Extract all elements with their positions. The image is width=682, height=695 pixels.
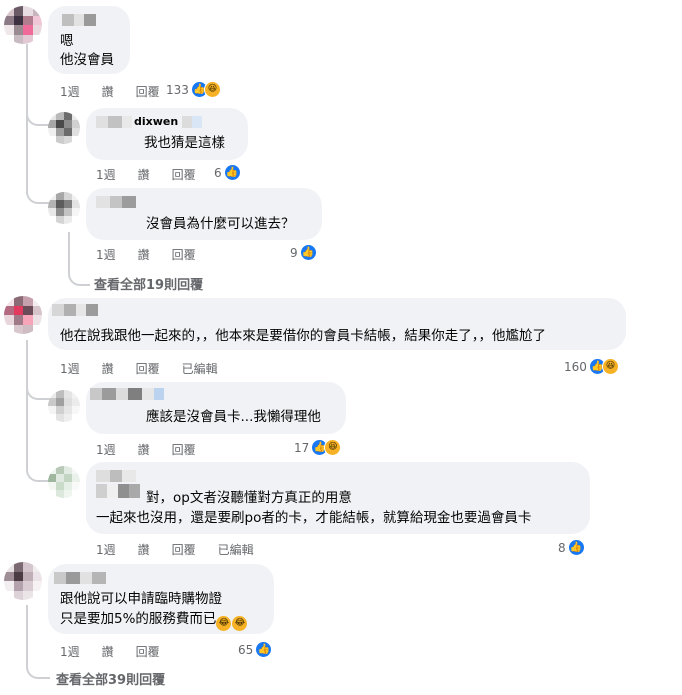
like-action[interactable]: 讚 [138,246,150,263]
timestamp[interactable]: 1週 [60,360,80,377]
rolling-laughing-emoji: 😂 [216,616,232,631]
like-action[interactable]: 讚 [138,441,150,458]
reply-action[interactable]: 回覆 [136,83,160,100]
thread-elbow [26,655,50,679]
reaction-summary[interactable]: 9 👍 [290,244,317,261]
reaction-count: 133 [166,82,189,97]
thumbs-up-icon: 👍 [255,641,273,658]
edited-label: 已編輯 [181,362,218,376]
like-action[interactable]: 讚 [138,166,150,183]
comment-actions: 1週 讚 回覆 已編輯 [60,360,240,377]
reply-text-line: 對，op文者沒聽懂對方真正的用意 [146,490,352,506]
reply-actions: 1週 讚 回覆 已編輯 [96,541,276,558]
reaction-count: 17 [294,440,310,455]
avatar[interactable] [4,296,42,334]
reaction-count: 65 [238,642,254,657]
thread-elbow [26,110,50,126]
blurred-name[interactable] [90,388,164,400]
comment-actions: 1週 讚 回覆 [60,643,182,660]
timestamp[interactable]: 1週 [96,541,116,558]
laughing-face-icon: 😆 [203,81,221,98]
reply-text-line: 應該是沒會員卡...我懶得理他 [146,409,321,425]
reaction-count: 8 [558,540,566,555]
timestamp[interactable]: 1週 [96,246,116,263]
avatar[interactable] [4,6,42,44]
blurred-name[interactable] [62,14,96,26]
timestamp[interactable]: 1週 [96,166,116,183]
reply-action[interactable]: 回覆 [172,541,196,558]
like-action[interactable]: 讚 [102,643,114,660]
comment-text-line: 他沒會員 [60,52,114,68]
timestamp[interactable]: 1週 [96,441,116,458]
comment-text-line: 他在說我跟他一起來的，，他本來是要借你的會員卡結帳，結果你走了，，他尷尬了 [60,328,546,344]
blurred-name[interactable] [96,470,136,482]
view-all-replies-link[interactable]: 查看全部39則回覆 [56,669,165,688]
blurred-name[interactable]: dixwen [96,116,203,128]
thread-elbow [26,458,50,482]
blurred-name[interactable] [96,196,136,208]
reaction-summary[interactable]: 8 👍 [558,539,585,556]
edited-label: 已編輯 [217,543,254,557]
reply-actions: 1週 讚 回覆 [96,166,218,183]
laughing-face-icon: 😆 [324,439,342,456]
timestamp[interactable]: 1週 [60,643,80,660]
reply-text-line: 我也猜是這樣 [144,135,225,151]
avatar[interactable] [4,562,42,600]
like-action[interactable]: 讚 [102,83,114,100]
reaction-summary[interactable]: 160 👍 😆 [564,358,619,375]
thread-elbow [26,180,50,204]
comment-text-line: 嗯 [60,33,74,49]
reaction-summary[interactable]: 65 👍 [238,641,273,658]
timestamp[interactable]: 1週 [60,83,80,100]
comment-text-line: 只是要加5%的服務費而已 😂 😂 [60,610,248,631]
thread-elbow [68,260,90,286]
laughing-face-icon: 😆 [601,358,619,375]
avatar[interactable] [48,112,80,144]
comment-text-line: 跟他說可以申請臨時購物證 [60,591,222,607]
reaction-count: 160 [564,359,587,374]
rolling-laughing-emoji: 😂 [232,616,248,631]
thumbs-up-icon: 👍 [223,164,241,181]
thumbs-up-icon: 👍 [567,539,585,556]
reaction-count: 6 [214,165,222,180]
like-action[interactable]: 讚 [102,360,114,377]
blurred-name[interactable] [54,572,106,584]
avatar[interactable] [48,390,80,422]
avatar[interactable] [48,192,80,224]
reply-text-line: 沒會員為什麼可以進去？ [146,216,295,232]
blurred-name-fragment [96,484,140,498]
reply-action[interactable]: 回覆 [172,441,196,458]
blurred-name[interactable] [52,304,98,316]
view-all-replies-link[interactable]: 查看全部19則回覆 [94,274,203,293]
reaction-summary[interactable]: 17 👍 😆 [294,439,342,456]
avatar[interactable] [48,466,80,498]
reply-action[interactable]: 回覆 [136,360,160,377]
reply-action[interactable]: 回覆 [136,643,160,660]
reaction-summary[interactable]: 133 👍 😆 [166,81,221,98]
reply-actions: 1週 讚 回覆 [96,246,218,263]
reaction-count: 9 [290,245,298,260]
thread-line [26,340,28,470]
reaction-summary[interactable]: 6 👍 [214,164,241,181]
like-action[interactable]: 讚 [138,541,150,558]
comment-actions: 1週 讚 回覆 [60,83,182,100]
reply-actions: 1週 讚 回覆 [96,441,218,458]
reply-action[interactable]: 回覆 [172,166,196,183]
thumbs-up-icon: 👍 [299,244,317,261]
reply-text-line: 一起來也沒用，還是要刷po者的卡，才能結帳，就算給現金也要過會員卡 [96,510,532,526]
reply-action[interactable]: 回覆 [172,246,196,263]
thread-elbow [26,378,50,400]
